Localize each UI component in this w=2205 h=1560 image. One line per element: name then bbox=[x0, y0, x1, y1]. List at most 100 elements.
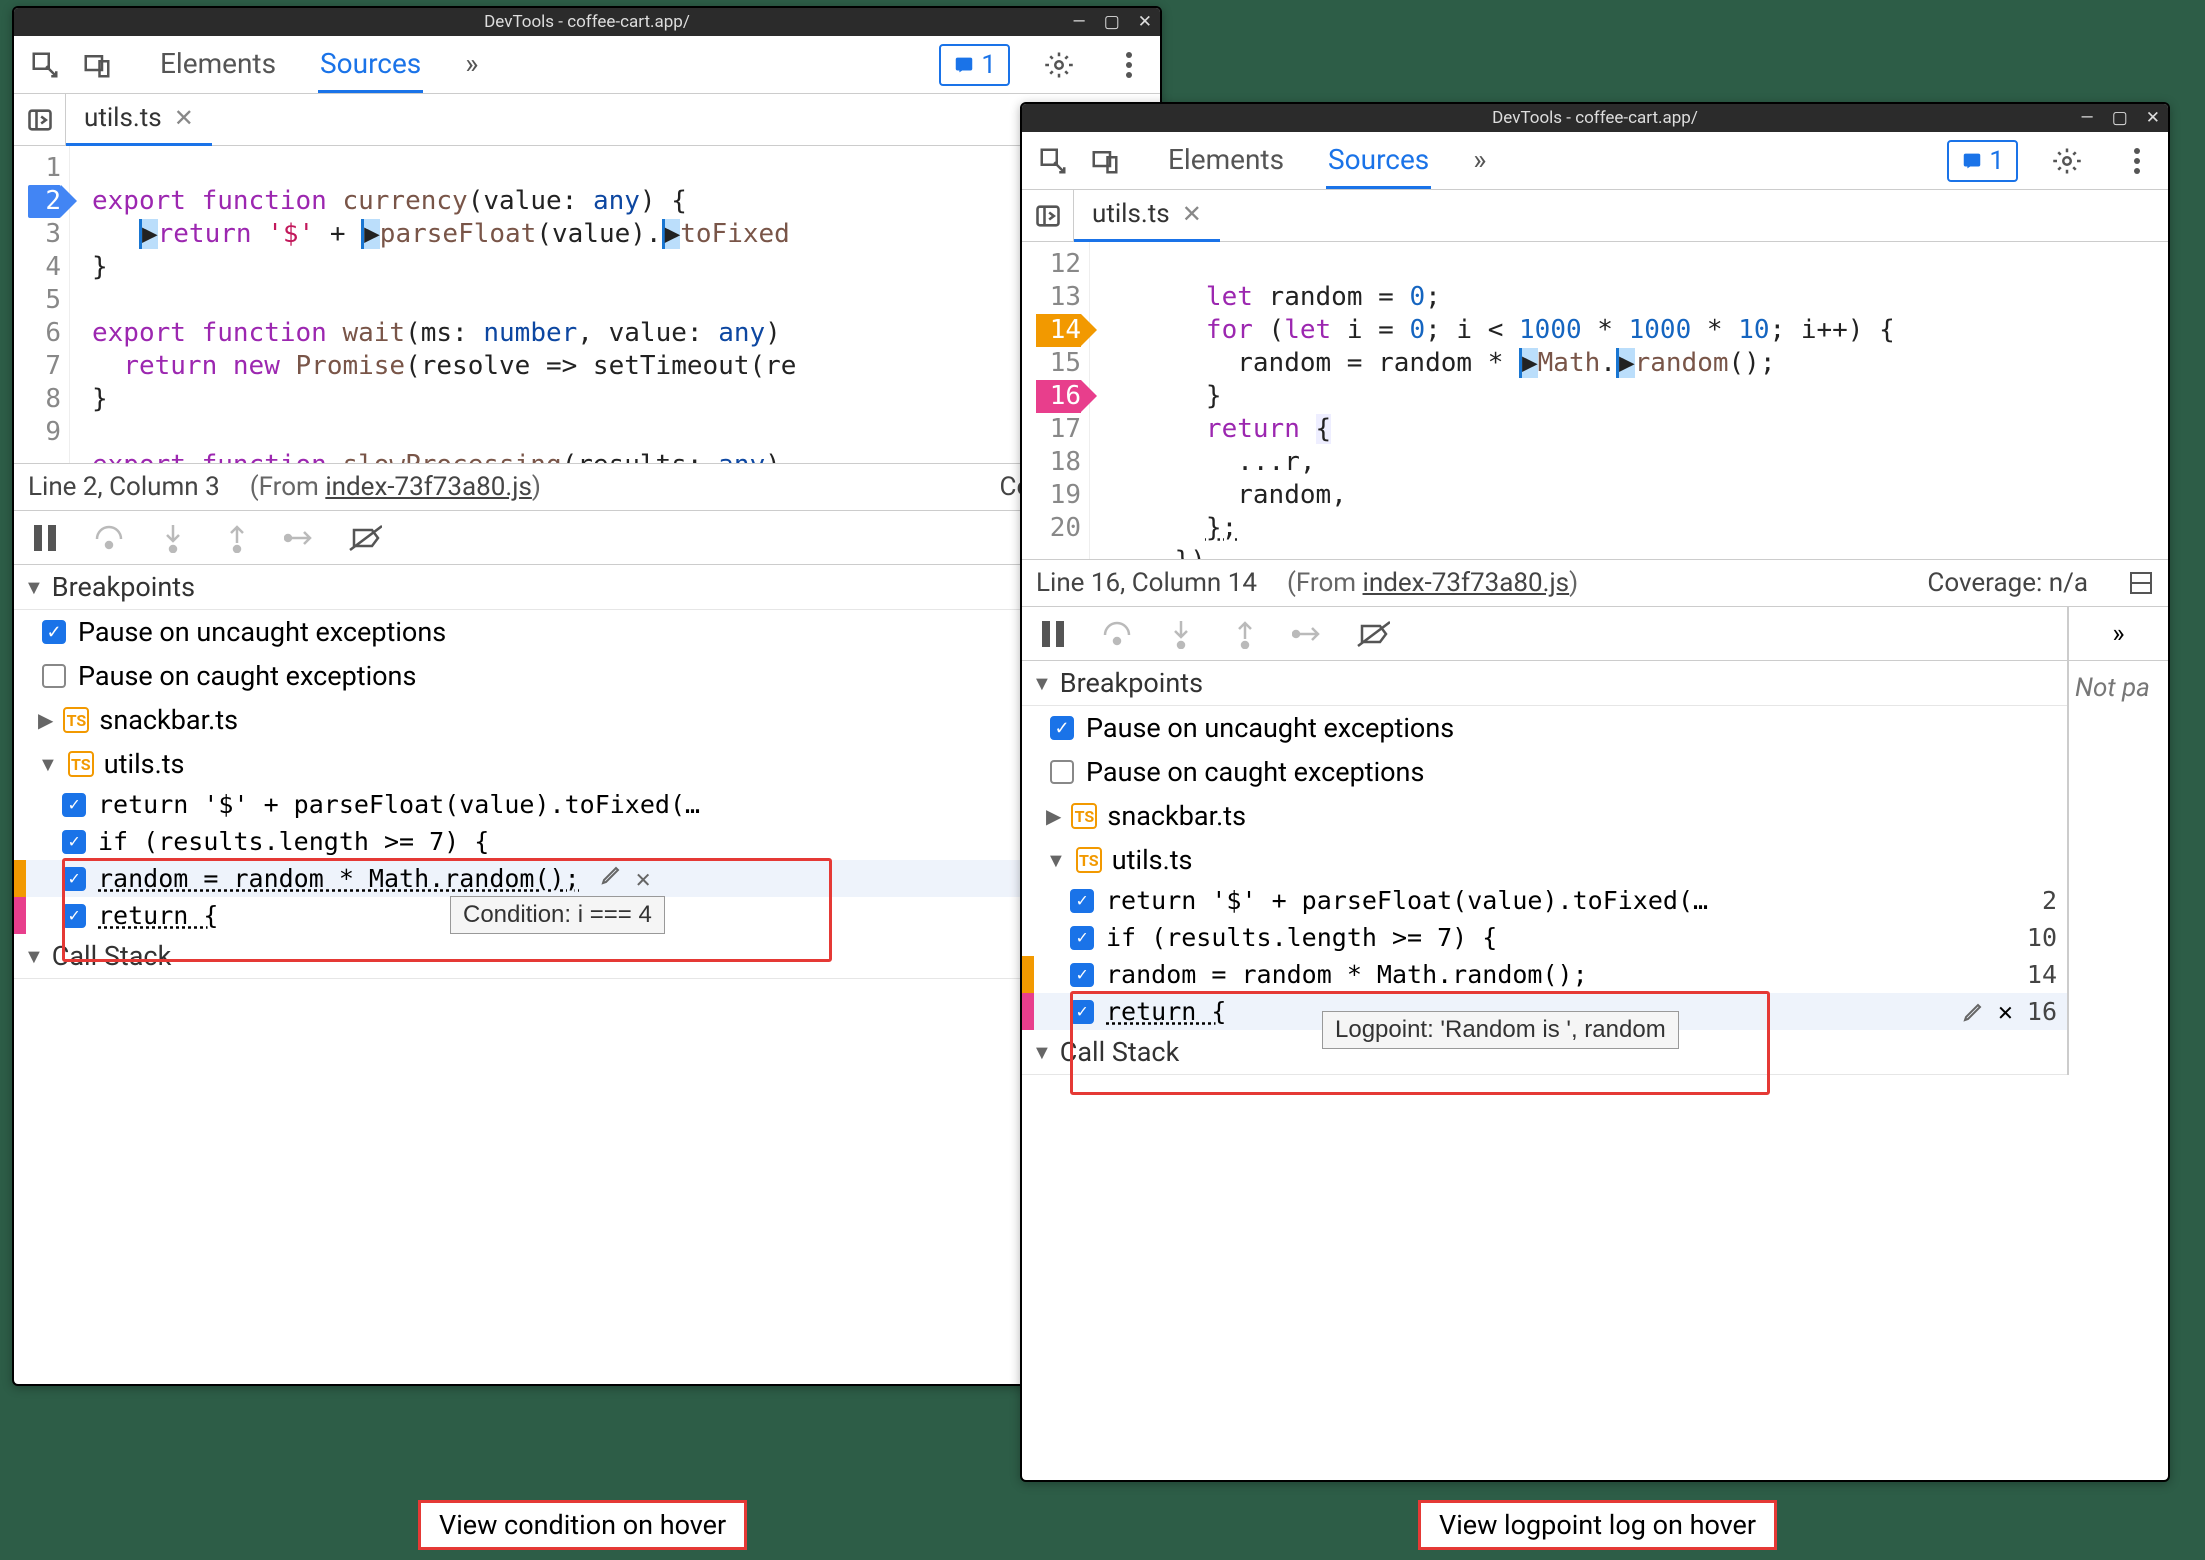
inspect-icon[interactable] bbox=[24, 44, 66, 86]
issues-badge[interactable]: 1 bbox=[1947, 140, 2018, 182]
ts-file-icon: TS bbox=[1071, 803, 1097, 829]
checkbox-checked-icon[interactable]: ✓ bbox=[1070, 926, 1094, 950]
close-window-icon[interactable]: ✕ bbox=[1138, 12, 1152, 32]
checkbox-checked-icon[interactable]: ✓ bbox=[62, 830, 86, 854]
checkbox-icon[interactable] bbox=[1050, 760, 1074, 784]
caption-right: View logpoint log on hover bbox=[1418, 1500, 1777, 1550]
checkbox-checked-icon[interactable]: ✓ bbox=[1070, 1000, 1094, 1024]
titlebar: DevTools - coffee-cart.app/ — ▢ ✕ bbox=[14, 8, 1160, 36]
breakpoints-section[interactable]: ▼ Breakpoints bbox=[14, 565, 1160, 610]
source-map-link[interactable]: index-73f73a80.js bbox=[325, 472, 532, 502]
cursor-position: Line 16, Column 14 bbox=[1036, 568, 1257, 598]
settings-icon[interactable] bbox=[2046, 140, 2088, 182]
breakpoint-row[interactable]: ✓ return '$' + parseFloat(value).toFixed… bbox=[14, 786, 1160, 823]
kebab-menu-icon[interactable] bbox=[1108, 44, 1150, 86]
devtools-window-right: DevTools - coffee-cart.app/ — ▢ ✕ Elemen… bbox=[1020, 102, 2170, 1482]
line-gutter[interactable]: 12 13 ?14 15 ‥16 17 18 19 20 bbox=[1022, 242, 1090, 559]
pause-caught-row[interactable]: Pause on caught exceptions bbox=[1022, 750, 2067, 794]
pause-caught-row[interactable]: Pause on caught exceptions bbox=[14, 654, 1160, 698]
ts-file-icon: TS bbox=[1076, 847, 1102, 873]
pause-uncaught-row[interactable]: ✓ Pause on uncaught exceptions bbox=[14, 610, 1160, 654]
device-icon[interactable] bbox=[1084, 140, 1126, 182]
chevron-down-icon: ▼ bbox=[1032, 1040, 1052, 1065]
step-icon[interactable] bbox=[1292, 617, 1326, 651]
coverage-reset-icon[interactable] bbox=[2128, 570, 2154, 596]
issues-badge[interactable]: 1 bbox=[939, 44, 1010, 86]
edit-icon[interactable] bbox=[1962, 1001, 1984, 1023]
callstack-section[interactable]: ▼ Call Stack bbox=[14, 934, 1160, 979]
pause-icon[interactable] bbox=[1036, 617, 1070, 651]
breakpoint-row-conditional[interactable]: ✓ random = random * Math.random(); ✕ 14 bbox=[14, 860, 1160, 897]
code-editor[interactable]: 1 2 3 4 5 6 7 8 9 export function curren… bbox=[14, 146, 1160, 464]
settings-icon[interactable] bbox=[1038, 44, 1080, 86]
pause-icon[interactable] bbox=[28, 521, 62, 555]
tab-elements[interactable]: Elements bbox=[158, 37, 278, 93]
close-tab-icon[interactable]: ✕ bbox=[1182, 200, 1202, 228]
close-tab-icon[interactable]: ✕ bbox=[174, 104, 194, 132]
delete-icon[interactable]: ✕ bbox=[1998, 997, 2013, 1026]
source-map-link[interactable]: index-73f73a80.js bbox=[1363, 568, 1570, 598]
main-toolbar: Elements Sources » 1 bbox=[1022, 132, 2168, 190]
checkbox-icon[interactable] bbox=[42, 664, 66, 688]
debug-toolbar bbox=[1022, 607, 2067, 661]
checkbox-checked-icon[interactable]: ✓ bbox=[62, 867, 86, 891]
breakpoint-file-snackbar[interactable]: ▶ TS snackbar.ts bbox=[1022, 794, 2067, 838]
step-icon[interactable] bbox=[284, 521, 318, 555]
edit-icon[interactable] bbox=[600, 864, 622, 893]
deactivate-breakpoints-icon[interactable] bbox=[1356, 617, 1390, 651]
checkbox-checked-icon[interactable]: ✓ bbox=[62, 904, 86, 928]
caption-left: View condition on hover bbox=[418, 1500, 747, 1550]
main-toolbar: Elements Sources » 1 bbox=[14, 36, 1160, 94]
chevron-down-icon: ▼ bbox=[24, 944, 44, 969]
checkbox-checked-icon[interactable]: ✓ bbox=[1050, 716, 1074, 740]
ts-file-icon: TS bbox=[68, 751, 94, 777]
device-icon[interactable] bbox=[76, 44, 118, 86]
step-over-icon[interactable] bbox=[1100, 617, 1134, 651]
coverage-indicator: Coverage: n/a bbox=[1927, 568, 2088, 598]
breakpoint-file-utils[interactable]: ▼ TS utils.ts bbox=[14, 742, 1160, 786]
minimize-icon[interactable]: — bbox=[2080, 108, 2093, 128]
tab-sources[interactable]: Sources bbox=[318, 37, 423, 93]
breakpoint-file-utils[interactable]: ▼ TS utils.ts bbox=[1022, 838, 2067, 882]
pause-uncaught-row[interactable]: ✓ Pause on uncaught exceptions bbox=[1022, 706, 2067, 750]
checkbox-checked-icon[interactable]: ✓ bbox=[42, 620, 66, 644]
step-out-icon[interactable] bbox=[220, 521, 254, 555]
line-gutter[interactable]: 1 2 3 4 5 6 7 8 9 bbox=[14, 146, 70, 463]
step-into-icon[interactable] bbox=[156, 521, 190, 555]
checkbox-checked-icon[interactable]: ✓ bbox=[1070, 963, 1094, 987]
minimize-icon[interactable]: — bbox=[1072, 12, 1085, 32]
checkbox-checked-icon[interactable]: ✓ bbox=[62, 793, 86, 817]
breakpoint-row[interactable]: ✓ random = random * Math.random(); 14 bbox=[1022, 956, 2067, 993]
chevron-down-icon: ▼ bbox=[1032, 671, 1052, 696]
tab-elements[interactable]: Elements bbox=[1166, 133, 1286, 189]
step-out-icon[interactable] bbox=[1228, 617, 1262, 651]
breakpoint-row[interactable]: ✓ if (results.length >= 7) { 10 bbox=[14, 823, 1160, 860]
breakpoint-row[interactable]: ✓ if (results.length >= 7) { 10 bbox=[1022, 919, 2067, 956]
breakpoint-file-snackbar[interactable]: ▶ TS snackbar.ts bbox=[14, 698, 1160, 742]
status-bar: Line 16, Column 14 (From index-73f73a80.… bbox=[1022, 560, 2168, 607]
chevron-down-icon: ▼ bbox=[1046, 848, 1066, 873]
step-into-icon[interactable] bbox=[1164, 617, 1198, 651]
close-window-icon[interactable]: ✕ bbox=[2146, 108, 2160, 128]
ts-file-icon: TS bbox=[63, 707, 89, 733]
checkbox-checked-icon[interactable]: ✓ bbox=[1070, 889, 1094, 913]
chevron-down-icon: ▼ bbox=[38, 752, 58, 777]
filetab-utils[interactable]: utils.ts ✕ bbox=[66, 93, 212, 146]
inspect-icon[interactable] bbox=[1032, 140, 1074, 182]
filetab-utils[interactable]: utils.ts ✕ bbox=[1074, 189, 1220, 242]
breakpoints-section[interactable]: ▼ Breakpoints bbox=[1022, 661, 2067, 706]
expand-panel-icon[interactable]: » bbox=[2069, 607, 2168, 661]
tab-more[interactable]: » bbox=[463, 37, 480, 93]
maximize-icon[interactable]: ▢ bbox=[2112, 108, 2128, 128]
delete-icon[interactable]: ✕ bbox=[636, 864, 651, 893]
deactivate-breakpoints-icon[interactable] bbox=[348, 521, 382, 555]
code-editor[interactable]: 12 13 ?14 15 ‥16 17 18 19 20 let random … bbox=[1022, 242, 2168, 560]
kebab-menu-icon[interactable] bbox=[2116, 140, 2158, 182]
maximize-icon[interactable]: ▢ bbox=[1104, 12, 1120, 32]
step-over-icon[interactable] bbox=[92, 521, 126, 555]
navigator-toggle-icon[interactable] bbox=[14, 94, 66, 146]
breakpoint-row[interactable]: ✓ return '$' + parseFloat(value).toFixed… bbox=[1022, 882, 2067, 919]
tab-sources[interactable]: Sources bbox=[1326, 133, 1431, 189]
tab-more[interactable]: » bbox=[1471, 133, 1488, 189]
navigator-toggle-icon[interactable] bbox=[1022, 190, 1074, 242]
